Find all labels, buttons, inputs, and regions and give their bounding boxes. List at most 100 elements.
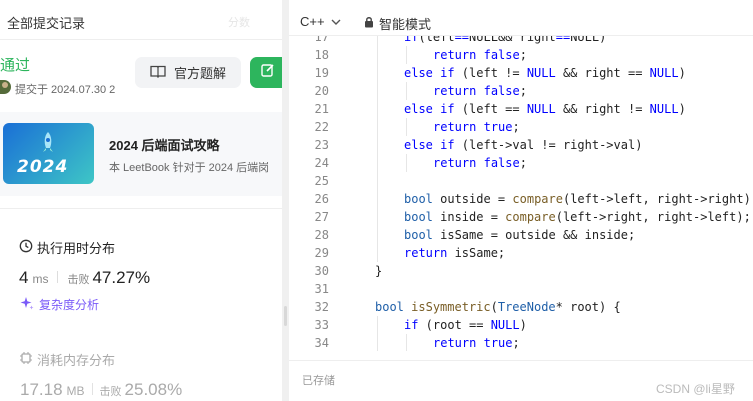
leetbook-card[interactable]: 2024 2024 后端面试攻略 本 LeetBook 针对于 2024 后端岗 — [0, 112, 282, 196]
smart-mode-toggle[interactable]: 智能模式 — [364, 14, 431, 33]
code-token: NULL) — [570, 36, 607, 44]
code-line[interactable]: 27 bool inside = compare(left->right, rig… — [289, 208, 753, 226]
code-line[interactable]: 18 return false; — [289, 46, 753, 64]
indent-guide — [377, 190, 378, 208]
line-number: 31 — [314, 282, 329, 296]
line-code: return false; — [433, 46, 527, 64]
line-code: return false; — [433, 82, 527, 100]
code-line[interactable]: 28 bool isSame = outside && inside; — [289, 226, 753, 244]
code-token: bool — [404, 228, 433, 242]
line-number: 23 — [314, 138, 329, 152]
code-token: else if — [404, 138, 455, 152]
code-token: ) — [519, 318, 527, 332]
code-line[interactable]: 30} — [289, 262, 753, 280]
code-line[interactable]: 34 return true; — [289, 334, 753, 351]
memory-beat-percent: 25.08% — [124, 380, 183, 399]
code-token: true — [483, 336, 513, 350]
memory-title-text: 消耗内存分布 — [37, 353, 116, 368]
indent-guide — [377, 36, 378, 46]
code-token: if — [404, 36, 419, 44]
code-token: } — [375, 264, 383, 278]
code-token: ; — [512, 336, 520, 350]
code-token: return — [433, 156, 477, 170]
memory-icon — [19, 351, 33, 368]
indent-guide — [406, 46, 407, 64]
header-faded-label: 分数 — [228, 17, 250, 29]
code-token: ) — [678, 102, 686, 116]
line-code: return true; — [433, 118, 520, 136]
code-token: (left->left, right->right); — [562, 192, 753, 206]
code-line[interactable]: 29 return isSame; — [289, 244, 753, 262]
indent-guide — [406, 154, 407, 172]
code-token: == — [454, 36, 470, 44]
indent-guide — [377, 64, 378, 82]
code-token: NULL — [469, 36, 498, 44]
code-token: NULL — [490, 318, 520, 332]
code-line[interactable]: 32 bool isSymmetric(TreeNode* root) { — [289, 298, 753, 316]
code-token: ( — [490, 300, 498, 314]
watermark: CSDN @li星野 — [656, 382, 735, 396]
line-code: else if (left != NULL && right == NULL) — [404, 64, 686, 82]
indent-guide — [377, 208, 378, 226]
code-token: isSame = outside && inside; — [432, 228, 636, 242]
code-token: (left->val != right->val) — [454, 138, 643, 152]
stat-separator — [91, 383, 93, 395]
book-icon — [150, 64, 166, 81]
code-token: TreeNode — [497, 300, 556, 314]
code-line[interactable]: 22 return true; — [289, 118, 753, 136]
code-line[interactable]: 31 — [289, 280, 753, 298]
code-token: bool — [375, 300, 404, 314]
line-code: if (root == NULL) — [404, 316, 527, 334]
code-line[interactable]: 25 — [289, 172, 753, 190]
code-token: bool — [404, 210, 433, 224]
memory-stats: 17.18 MB 击败 25.08% — [20, 380, 182, 400]
code-line[interactable]: 21 else if (left == NULL && right != NULL… — [289, 100, 753, 118]
memory-value: 17.18 — [20, 380, 63, 399]
indent-guide — [377, 118, 378, 136]
code-token: inside = — [432, 210, 506, 224]
line-number: 18 — [314, 48, 329, 62]
memory-title: 消耗内存分布 — [19, 350, 115, 369]
line-code: bool outside = compare(left->left, right… — [404, 190, 753, 208]
chevron-down-icon — [331, 14, 341, 29]
indent-guide — [377, 316, 378, 334]
line-number: 29 — [314, 246, 329, 260]
code-token: NULL — [526, 102, 556, 116]
code-token: false — [483, 156, 520, 170]
line-code: bool inside = compare(left->right, right… — [404, 208, 751, 226]
code-line[interactable]: 17 if(left==NULL&& right==NULL) — [289, 36, 753, 46]
indent-guide — [377, 136, 378, 154]
code-line[interactable]: 23 else if (left->val != right->val) — [289, 136, 753, 154]
line-number: 27 — [314, 210, 329, 224]
stat-separator — [57, 271, 59, 283]
write-solution-button[interactable] — [250, 57, 282, 88]
code-area[interactable]: 17 if(left==NULL&& right==NULL) 18 return f… — [289, 36, 753, 351]
sparkle-icon — [20, 296, 34, 313]
code-line[interactable]: 24 return false; — [289, 154, 753, 172]
code-line[interactable]: 19 else if (left != NULL && right == NULL… — [289, 64, 753, 82]
resize-grip[interactable] — [284, 306, 287, 326]
all-submissions-link[interactable]: 全部提交记录 — [7, 13, 85, 32]
code-line[interactable]: 33 if (root == NULL) — [289, 316, 753, 334]
panel-resize-handle[interactable] — [282, 0, 289, 401]
language-selector[interactable]: C++ — [300, 14, 341, 29]
complexity-analysis-link[interactable]: 复杂度分析 — [20, 296, 99, 313]
line-number: 22 — [314, 120, 329, 134]
official-solution-button[interactable]: 官方题解 — [135, 57, 241, 88]
runtime-title: 执行用时分布 — [19, 238, 115, 257]
smart-mode-label: 智能模式 — [379, 17, 432, 32]
code-token: bool — [404, 192, 433, 206]
code-token: ) — [678, 66, 686, 80]
code-line[interactable]: 26 bool outside = compare(left->left, rig… — [289, 190, 753, 208]
official-solution-label: 官方题解 — [173, 66, 226, 81]
code-token: == — [555, 36, 571, 44]
code-line[interactable]: 20 return false; — [289, 82, 753, 100]
code-token: (left == — [454, 102, 527, 116]
indent-guide — [406, 118, 407, 136]
indent-guide — [377, 100, 378, 118]
edit-icon — [261, 63, 275, 82]
code-token: false — [483, 84, 520, 98]
